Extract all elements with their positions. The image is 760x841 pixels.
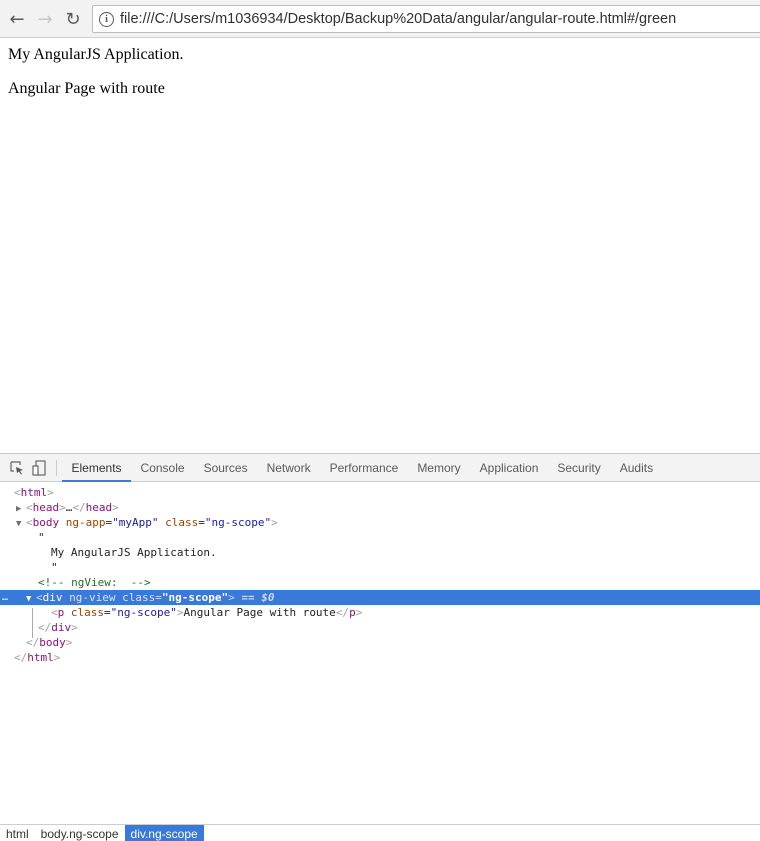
dom-node-html-close[interactable]: </html> xyxy=(0,650,760,665)
tab-security[interactable]: Security xyxy=(548,454,610,481)
info-icon[interactable]: i xyxy=(99,11,114,27)
dom-node-div-selected[interactable]: … ▼ <div ng-view class="ng-scope"> == $0 xyxy=(0,590,760,605)
dom-node-div-close[interactable]: </div> xyxy=(0,620,760,635)
devtools-tabbar: Elements Console Sources Network Perform… xyxy=(0,454,760,482)
dom-text-node[interactable]: My AngularJS Application. xyxy=(0,545,760,560)
tab-performance[interactable]: Performance xyxy=(320,454,408,481)
browser-toolbar: ← → ↻ i file:///C:/Users/m1036934/Deskto… xyxy=(0,0,760,38)
dom-comment-node[interactable]: <!-- ngView: --> xyxy=(0,575,760,590)
indent-guide xyxy=(32,608,33,638)
breadcrumb: html body.ng-scope div.ng-scope xyxy=(0,824,760,841)
reload-icon: ↻ xyxy=(65,8,81,30)
page-content: My AngularJS Application. Angular Page w… xyxy=(8,46,184,114)
url-text[interactable]: file:///C:/Users/m1036934/Desktop/Backup… xyxy=(120,11,676,27)
dom-node-head[interactable]: ▶ <head>…</head> xyxy=(0,500,760,515)
address-bar[interactable]: i file:///C:/Users/m1036934/Desktop/Back… xyxy=(92,5,760,33)
app-heading: My AngularJS Application. xyxy=(8,46,184,63)
more-options-icon[interactable]: … xyxy=(2,590,8,605)
forward-button[interactable]: → xyxy=(34,8,56,30)
reload-button[interactable]: ↻ xyxy=(62,8,84,30)
breadcrumb-div[interactable]: div.ng-scope xyxy=(124,824,204,841)
back-button[interactable]: ← xyxy=(6,8,28,30)
devtools-panel: Elements Console Sources Network Perform… xyxy=(0,453,760,841)
tab-application[interactable]: Application xyxy=(470,454,548,481)
device-toolbar-button[interactable] xyxy=(28,454,50,481)
dom-node-body[interactable]: ▼ <body ng-app="myApp" class="ng-scope"> xyxy=(0,515,760,530)
dom-node-html[interactable]: <html> xyxy=(0,485,760,500)
tab-memory[interactable]: Memory xyxy=(408,454,470,481)
arrow-right-icon: → xyxy=(37,8,53,30)
inspect-element-button[interactable] xyxy=(6,454,28,481)
route-paragraph: Angular Page with route xyxy=(8,80,165,97)
toolbar-divider xyxy=(56,460,57,476)
tab-sources[interactable]: Sources xyxy=(194,454,257,481)
tab-console[interactable]: Console xyxy=(131,454,194,481)
device-mode-icon xyxy=(32,459,46,476)
inspect-cursor-icon xyxy=(10,460,23,474)
dom-node-p[interactable]: <p class="ng-scope">Angular Page with ro… xyxy=(0,605,760,620)
selected-node-marker: == $0 xyxy=(241,591,275,604)
dom-node-body-close[interactable]: </body> xyxy=(0,635,760,650)
text-node-quote-close: " xyxy=(51,561,58,574)
breadcrumb-body[interactable]: body.ng-scope xyxy=(35,825,125,841)
tab-audits[interactable]: Audits xyxy=(610,454,662,481)
tab-network[interactable]: Network xyxy=(257,454,320,481)
text-node-quote-open: " xyxy=(38,531,45,544)
breadcrumb-html[interactable]: html xyxy=(0,825,35,841)
tab-elements[interactable]: Elements xyxy=(62,454,132,482)
arrow-left-icon: ← xyxy=(9,8,25,30)
dom-tree: <html> ▶ <head>…</head> ▼ <body ng-app="my… xyxy=(0,482,760,665)
